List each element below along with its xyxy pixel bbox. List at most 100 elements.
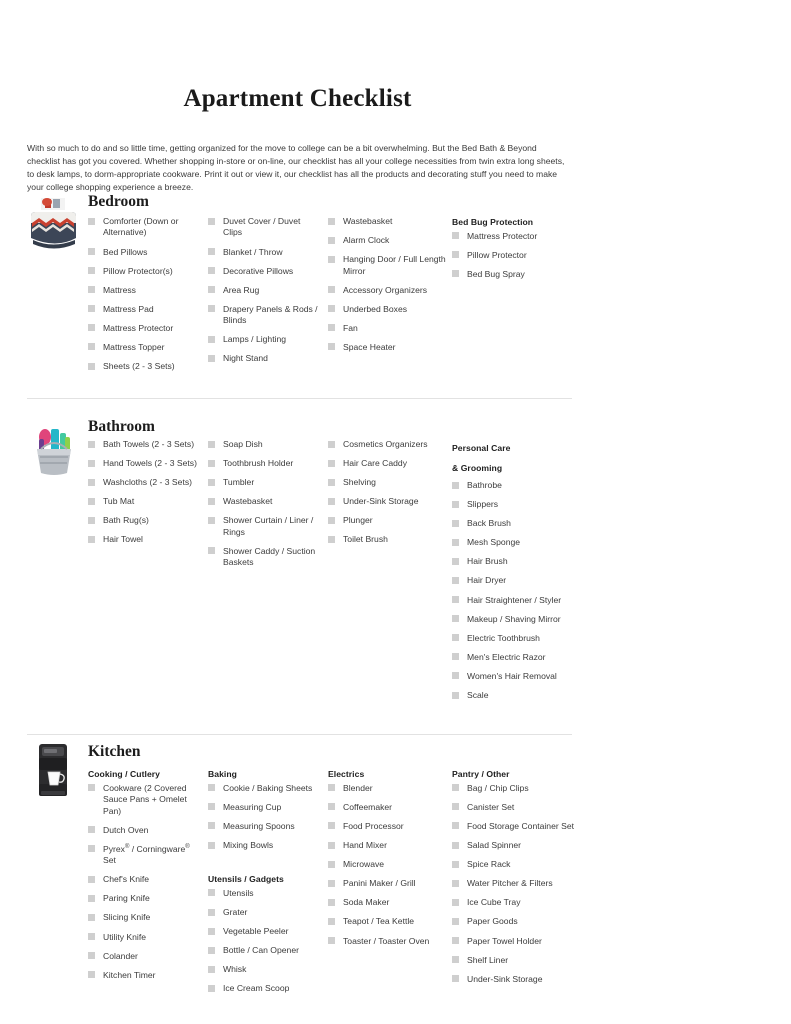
checklist-item[interactable]: Fan	[328, 323, 446, 334]
checkbox-icon[interactable]	[452, 956, 459, 964]
checklist-item[interactable]: Kitchen Timer	[88, 970, 200, 981]
checkbox-icon[interactable]	[208, 305, 215, 313]
checklist-item[interactable]: Hair Dryer	[452, 575, 577, 586]
checklist-item[interactable]: Sheets (2 - 3 Sets)	[88, 361, 200, 372]
checklist-item[interactable]: Pillow Protector(s)	[88, 266, 200, 277]
checklist-item[interactable]: Mattress Protector	[88, 323, 200, 334]
checklist-item[interactable]: Coffeemaker	[328, 802, 446, 813]
checkbox-icon[interactable]	[88, 267, 95, 275]
checklist-item[interactable]: Slicing Knife	[88, 912, 200, 923]
checklist-item[interactable]: Bathrobe	[452, 480, 577, 491]
checklist-item[interactable]: Soap Dish	[208, 439, 320, 450]
checklist-item[interactable]: Pillow Protector	[452, 250, 577, 261]
checklist-item[interactable]: Dutch Oven	[88, 825, 200, 836]
checkbox-icon[interactable]	[452, 975, 459, 983]
checklist-item[interactable]: Duvet Cover / Duvet Clips	[208, 216, 320, 239]
checkbox-icon[interactable]	[88, 440, 95, 448]
checklist-item[interactable]: Women's Hair Removal	[452, 671, 577, 682]
checkbox-icon[interactable]	[88, 217, 95, 225]
checklist-item[interactable]: Comforter (Down or Alternative)	[88, 216, 200, 239]
checklist-item[interactable]: Pyrex® / Corningware® Set	[88, 844, 200, 867]
checkbox-icon[interactable]	[328, 822, 335, 830]
checkbox-icon[interactable]	[452, 634, 459, 642]
checkbox-icon[interactable]	[328, 497, 335, 505]
checkbox-icon[interactable]	[88, 933, 95, 941]
checklist-item[interactable]: Drapery Panels & Rods / Blinds	[208, 304, 320, 327]
checklist-item[interactable]: Water Pitcher & Filters	[452, 878, 577, 889]
checkbox-icon[interactable]	[88, 362, 95, 370]
checklist-item[interactable]: Food Processor	[328, 821, 446, 832]
checklist-item[interactable]: Mixing Bowls	[208, 840, 320, 851]
checklist-item[interactable]: Bottle / Can Opener	[208, 945, 320, 956]
checkbox-icon[interactable]	[208, 803, 215, 811]
checklist-item[interactable]: Hair Brush	[452, 556, 577, 567]
checklist-item[interactable]: Space Heater	[328, 342, 446, 353]
checkbox-icon[interactable]	[88, 343, 95, 351]
checkbox-icon[interactable]	[328, 784, 335, 792]
checkbox-icon[interactable]	[452, 879, 459, 887]
checklist-item[interactable]: Tub Mat	[88, 496, 200, 507]
checkbox-icon[interactable]	[88, 516, 95, 524]
checkbox-icon[interactable]	[208, 946, 215, 954]
checkbox-icon[interactable]	[208, 984, 215, 992]
checklist-item[interactable]: Back Brush	[452, 518, 577, 529]
checkbox-icon[interactable]	[208, 927, 215, 935]
checklist-item[interactable]: Washcloths (2 - 3 Sets)	[88, 477, 200, 488]
checklist-item[interactable]: Wastebasket	[328, 216, 446, 227]
checklist-item[interactable]: Vegetable Peeler	[208, 926, 320, 937]
checkbox-icon[interactable]	[328, 516, 335, 524]
checklist-item[interactable]: Shower Curtain / Liner / Rings	[208, 515, 320, 538]
checkbox-icon[interactable]	[328, 217, 335, 225]
checklist-item[interactable]: Hair Care Caddy	[328, 458, 446, 469]
checkbox-icon[interactable]	[328, 324, 335, 332]
checkbox-icon[interactable]	[88, 535, 95, 543]
checklist-item[interactable]: Shower Caddy / Suction Baskets	[208, 546, 320, 569]
checkbox-icon[interactable]	[88, 826, 95, 834]
checklist-item[interactable]: Panini Maker / Grill	[328, 878, 446, 889]
checklist-item[interactable]: Shelving	[328, 477, 446, 488]
checkbox-icon[interactable]	[452, 917, 459, 925]
checkbox-icon[interactable]	[452, 860, 459, 868]
checklist-item[interactable]: Night Stand	[208, 353, 320, 364]
checklist-item[interactable]: Grater	[208, 907, 320, 918]
checkbox-icon[interactable]	[88, 894, 95, 902]
checkbox-icon[interactable]	[452, 653, 459, 661]
checklist-item[interactable]: Cookware (2 Covered Sauce Pans + Omelet …	[88, 783, 200, 817]
checkbox-icon[interactable]	[208, 267, 215, 275]
checklist-item[interactable]: Bed Bug Spray	[452, 269, 577, 280]
checklist-item[interactable]: Underbed Boxes	[328, 304, 446, 315]
checkbox-icon[interactable]	[452, 519, 459, 527]
checklist-item[interactable]: Area Rug	[208, 285, 320, 296]
checkbox-icon[interactable]	[328, 440, 335, 448]
checklist-item[interactable]: Mattress Pad	[88, 304, 200, 315]
checkbox-icon[interactable]	[208, 440, 215, 448]
checklist-item[interactable]: Cookie / Baking Sheets	[208, 783, 320, 794]
checklist-item[interactable]: Accessory Organizers	[328, 285, 446, 296]
checklist-item[interactable]: Utility Knife	[88, 932, 200, 943]
checkbox-icon[interactable]	[328, 803, 335, 811]
checkbox-icon[interactable]	[208, 286, 215, 294]
checkbox-icon[interactable]	[452, 898, 459, 906]
checkbox-icon[interactable]	[328, 860, 335, 868]
checklist-item[interactable]: Mattress Topper	[88, 342, 200, 353]
checkbox-icon[interactable]	[208, 908, 215, 916]
checklist-item[interactable]: Scale	[452, 690, 577, 701]
checkbox-icon[interactable]	[328, 459, 335, 467]
checklist-item[interactable]: Toothbrush Holder	[208, 458, 320, 469]
checkbox-icon[interactable]	[452, 481, 459, 489]
checklist-item[interactable]: Soda Maker	[328, 897, 446, 908]
checkbox-icon[interactable]	[452, 841, 459, 849]
checkbox-icon[interactable]	[328, 305, 335, 313]
checkbox-icon[interactable]	[328, 917, 335, 925]
checkbox-icon[interactable]	[208, 841, 215, 849]
checklist-item[interactable]: Canister Set	[452, 802, 577, 813]
checkbox-icon[interactable]	[88, 875, 95, 883]
checkbox-icon[interactable]	[208, 497, 215, 505]
checkbox-icon[interactable]	[88, 971, 95, 979]
checklist-item[interactable]: Bath Rug(s)	[88, 515, 200, 526]
checkbox-icon[interactable]	[452, 251, 459, 259]
checkbox-icon[interactable]	[208, 217, 215, 225]
checklist-item[interactable]: Ice Cube Tray	[452, 897, 577, 908]
checklist-item[interactable]: Cosmetics Organizers	[328, 439, 446, 450]
checkbox-icon[interactable]	[208, 516, 215, 524]
